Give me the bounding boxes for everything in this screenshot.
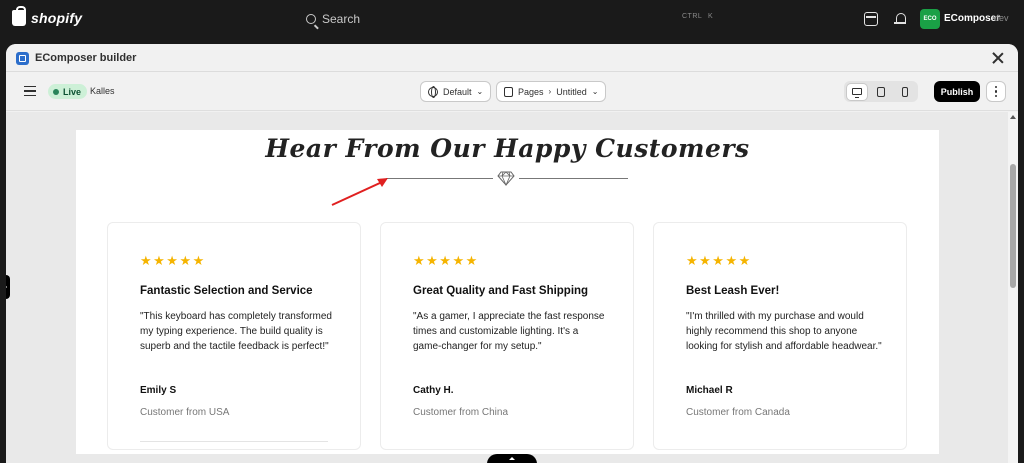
shortcut-key: K [708, 13, 714, 20]
scrollbar-thumb[interactable] [1010, 164, 1016, 288]
testimonial-text: "This keyboard has completely transforme… [140, 311, 332, 352]
shopify-bag-icon [12, 6, 26, 26]
mobile-view-button[interactable] [895, 84, 915, 100]
page-icon [504, 86, 513, 97]
testimonial-text: "As a gamer, I appreciate the fast respo… [413, 311, 605, 352]
globe-icon [428, 86, 438, 98]
section-title[interactable]: Hear From Our Happy Customers [76, 134, 939, 163]
device-switcher [844, 81, 918, 102]
shortcut-ctrl: CTRL [682, 13, 703, 20]
bell-icon[interactable] [893, 12, 907, 26]
desktop-icon [852, 88, 862, 98]
customer-location: Customer from China [413, 407, 509, 418]
language-dropdown[interactable]: Default ⌄ [420, 81, 492, 102]
desktop-view-button[interactable] [847, 83, 867, 100]
star-rating: ★★★★★ [686, 253, 752, 268]
pages-label: Pages [518, 86, 544, 97]
theme-name: Kalles [90, 86, 115, 96]
builder-toolbar: Live Kalles Default ⌄ Pages › Untitled ⌄… [6, 73, 1018, 111]
close-icon[interactable] [992, 52, 1004, 64]
shopify-logo-text: shopify [31, 10, 83, 26]
shopify-logo[interactable]: shopify [12, 6, 83, 26]
window-title: EComposer builder [35, 52, 137, 64]
scroll-up-arrow-icon[interactable] [1010, 115, 1016, 119]
divider-line-right [519, 178, 628, 179]
app-window: EComposer builder Live Kalles Default ⌄ … [6, 44, 1018, 463]
publish-button[interactable]: Publish [934, 81, 980, 102]
chevron-down-icon: ⌄ [591, 87, 599, 96]
more-button[interactable] [986, 81, 1006, 102]
divider-line-left [386, 178, 493, 179]
diamond-icon [497, 171, 515, 186]
search-icon [306, 14, 316, 24]
live-dot [53, 88, 59, 95]
testimonial-title: Best Leash Ever! [686, 285, 780, 297]
sidebar-toggle-handle[interactable] [6, 275, 10, 299]
ecomposer-app-icon [16, 52, 29, 65]
bottom-panel-handle[interactable] [487, 454, 537, 463]
customer-name: Emily S [140, 385, 177, 396]
tablet-icon [877, 86, 885, 97]
preview-page: Hear From Our Happy Customers ★★★★★ Fant… [76, 130, 939, 454]
star-rating: ★★★★★ [140, 253, 206, 268]
testimonial-title: Fantastic Selection and Service [140, 285, 313, 297]
arrow-icon [331, 178, 388, 206]
card-separator [140, 441, 328, 442]
star-rating: ★★★★★ [413, 253, 479, 268]
more-icon [994, 85, 998, 89]
chevron-down-icon: ⌄ [476, 87, 484, 96]
language-label: Default [443, 86, 472, 97]
status-label: Live [63, 86, 82, 97]
testimonial-title: Great Quality and Fast Shipping [413, 285, 589, 297]
testimonial-card: ★★★★★ Fantastic Selection and Service "T… [107, 222, 361, 450]
store-icon[interactable] [864, 12, 878, 26]
customer-name: Cathy H. [413, 385, 454, 396]
tablet-view-button[interactable] [871, 84, 891, 100]
search-placeholder: Search [322, 12, 361, 26]
testimonial-text: "I'm thrilled with my purchase and would… [686, 311, 882, 352]
shopify-top-bar: shopify Search CTRL K ECO EComposer dev [0, 0, 1024, 38]
chevron-right-icon: › [548, 87, 552, 96]
customer-location: Customer from Canada [686, 407, 790, 418]
mobile-icon [902, 86, 908, 97]
page-selector-dropdown[interactable]: Pages › Untitled ⌄ [496, 81, 607, 102]
scrollbar[interactable] [1008, 112, 1018, 463]
menu-icon[interactable] [24, 86, 36, 96]
window-header: EComposer builder [6, 44, 1018, 72]
status-badge: Live [48, 84, 88, 99]
testimonial-card: ★★★★★ Great Quality and Fast Shipping "A… [380, 222, 634, 450]
store-avatar[interactable]: ECO [920, 9, 940, 29]
customer-location: Customer from USA [140, 407, 230, 418]
customer-name: Michael R [686, 385, 733, 396]
builder-canvas: Hear From Our Happy Customers ★★★★★ Fant… [6, 112, 1018, 463]
store-name[interactable]: EComposer [944, 13, 1000, 24]
store-suffix: dev [994, 13, 1009, 23]
testimonial-card: ★★★★★ Best Leash Ever! "I'm thrilled wit… [653, 222, 907, 450]
page-name: Untitled [556, 86, 587, 97]
search-bar[interactable]: Search CTRL K [298, 7, 726, 31]
